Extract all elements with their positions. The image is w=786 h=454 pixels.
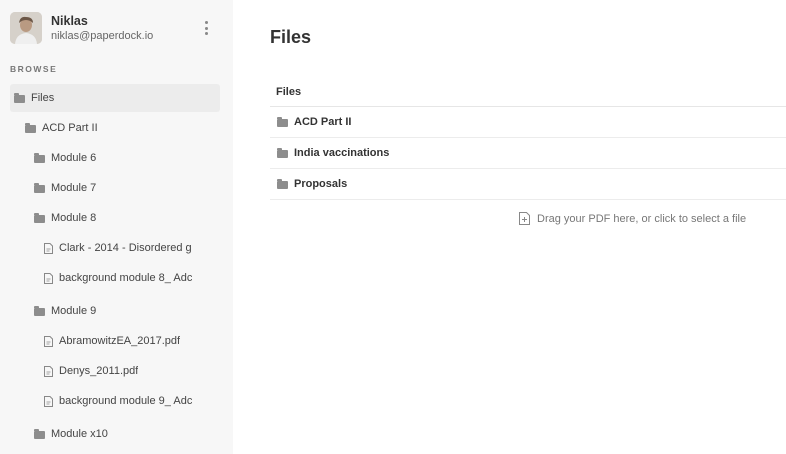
pdf-dropzone[interactable]: Drag your PDF here, or click to select a… [519,212,746,225]
sidebar-item-background-module-9[interactable]: background module 9_ Adc [44,387,192,415]
file-row-proposals[interactable]: Proposals [270,169,786,200]
sidebar-item-background-module-8[interactable]: background module 8_ Adc [44,264,192,292]
file-upload-icon [519,212,530,225]
sidebar-item-module-8[interactable]: Module 8 [34,204,220,232]
sidebar-item-clark-2014[interactable]: Clark - 2014 - Disordered g [44,234,192,262]
dropzone-text: Drag your PDF here, or click to select a… [537,212,747,225]
folder-icon [34,212,45,223]
sidebar-item-denys[interactable]: Denys_2011.pdf [44,357,220,385]
folder-icon [34,428,45,439]
file-row-india-vaccinations[interactable]: India vaccinations [270,138,786,169]
page-title: Files [270,27,312,47]
file-row-label: Proposals [294,178,348,190]
sidebar-item-abramowitz[interactable]: AbramowitzEA_2017.pdf [44,327,220,355]
folder-icon [277,116,288,127]
avatar[interactable] [10,12,42,44]
sidebar-item-label: background module 8_ Adc [59,272,192,284]
folder-icon [277,147,288,158]
sidebar-item-label: Module 8 [51,212,97,224]
main-content: Files Files ACD Part II India vaccinatio… [233,0,786,454]
user-email: niklas@paperdock.io [51,30,154,42]
folder-icon [25,122,36,133]
folder-icon [14,92,25,103]
sidebar-item-acd-part-ii[interactable]: ACD Part II [25,114,220,142]
sidebar-item-module-6[interactable]: Module 6 [34,144,220,172]
file-icon [44,242,53,254]
file-icon [44,335,53,347]
sidebar-item-label: Denys_2011.pdf [59,365,139,377]
folder-icon [34,152,45,163]
sidebar-item-label: Clark - 2014 - Disordered g [59,242,192,254]
sidebar-item-label: Module 9 [51,305,97,317]
sidebar-item-label: Module 7 [51,182,97,194]
sidebar-item-files[interactable]: Files [10,84,220,112]
sidebar: Niklas niklas@paperdock.io BROWSE Files … [0,0,233,454]
sidebar-item-label: AbramowitzEA_2017.pdf [59,335,181,347]
folder-icon [34,182,45,193]
folder-icon [34,305,45,316]
user-name: Niklas [51,14,88,28]
sidebar-item-label: ACD Part II [42,122,98,134]
sidebar-item-label: Module 6 [51,152,97,164]
file-icon [44,365,53,377]
more-vertical-icon[interactable] [200,19,212,37]
file-row-acd-part-ii[interactable]: ACD Part II [270,107,786,138]
sidebar-item-label: background module 9_ Adc [59,395,192,407]
folder-icon [277,178,288,189]
sidebar-item-label: Module x10 [51,428,108,440]
sidebar-item-module-9[interactable]: Module 9 [34,297,220,325]
file-icon [44,395,53,407]
sidebar-item-module-x10[interactable]: Module x10 [34,420,220,448]
file-icon [44,272,53,284]
browse-section-label: BROWSE [10,64,58,74]
user-profile[interactable]: Niklas niklas@paperdock.io [10,12,220,46]
file-row-label: India vaccinations [294,147,390,159]
file-row-label: ACD Part II [294,116,352,128]
sidebar-item-module-7[interactable]: Module 7 [34,174,220,202]
file-list-header: Files [270,80,786,107]
sidebar-item-label: Files [31,92,55,104]
